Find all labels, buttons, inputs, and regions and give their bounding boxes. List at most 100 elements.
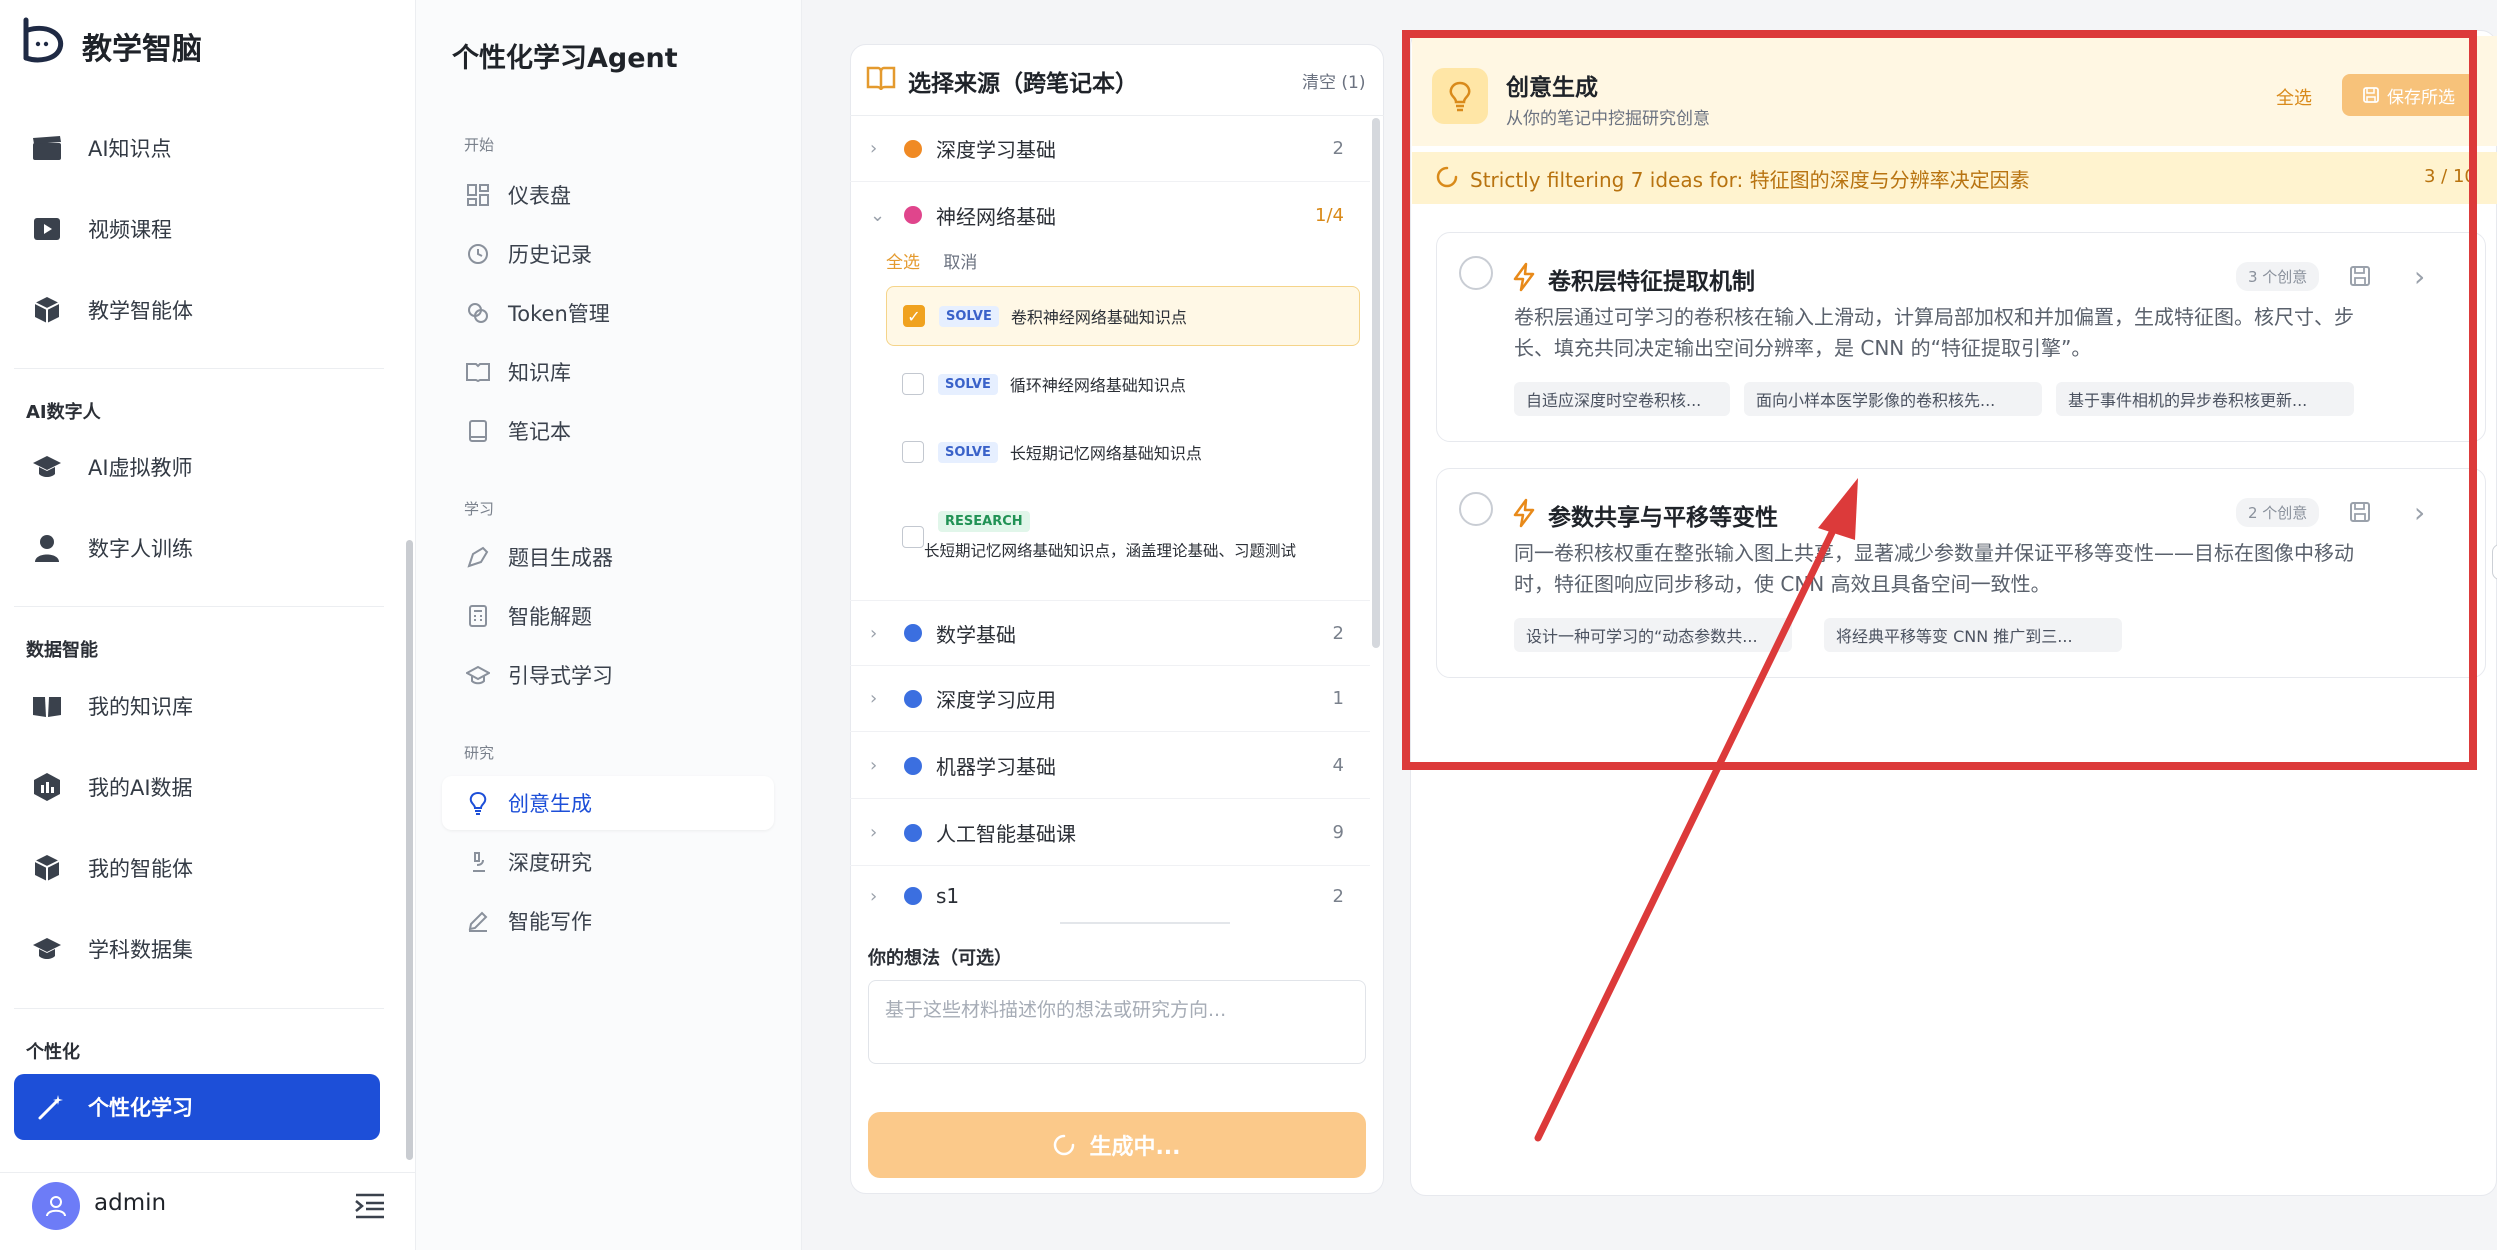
save-icon[interactable] [2348, 264, 2372, 288]
notebook-row[interactable]: › 数学基础 2 [850, 600, 1370, 666]
sidebar-item-digital-human-training[interactable]: 数字人训练 [30, 518, 193, 578]
sidebar-divider [14, 606, 384, 607]
sidebar-item-label: AI知识点 [88, 137, 172, 161]
checkbox[interactable] [902, 373, 924, 395]
panel-resize-handle[interactable] [2492, 544, 2497, 580]
sidebar-item-label: AI虚拟教师 [88, 456, 193, 480]
subnav-label: 引导式学习 [508, 664, 613, 688]
sidebar-scrollbar[interactable] [406, 540, 413, 1160]
sidebar-item-my-ai-data[interactable]: 我的AI数据 [30, 757, 193, 817]
chevron-right-icon[interactable]: › [870, 755, 890, 776]
sidebar-item-my-agents[interactable]: 我的智能体 [30, 838, 193, 898]
sidebar-section-digital: AI数字人 [26, 402, 101, 423]
notebook-color-dot [904, 624, 922, 642]
idea-chip[interactable]: 自适应深度时空卷积核... [1514, 382, 1730, 416]
subnav-item-deep-research[interactable]: 深度研究 [442, 835, 774, 889]
person-icon [30, 531, 64, 565]
notebook-row[interactable]: › s1 2 [850, 867, 1370, 925]
select-all-button[interactable]: 全选 [2276, 84, 2312, 110]
idea-chip[interactable]: 将经典平移等变 CNN 推广到三... [1824, 618, 2122, 652]
coins-icon [466, 301, 490, 325]
sidebar-item-label: 学科数据集 [88, 938, 193, 962]
subnav-label: 仪表盘 [508, 184, 571, 208]
horizontal-scrollbar[interactable] [1060, 922, 1230, 924]
chevron-right-icon[interactable]: › [2414, 260, 2425, 293]
collapse-menu-icon[interactable] [354, 1192, 386, 1220]
idea-chip[interactable]: 设计一种可学习的“动态参数共... [1514, 618, 1792, 652]
notebook-row[interactable]: › 机器学习基础 4 [850, 733, 1370, 799]
checkbox-checked[interactable]: ✓ [903, 305, 925, 327]
chevron-right-icon[interactable]: › [2414, 496, 2425, 529]
sidebar-item-label: 我的AI数据 [88, 776, 193, 800]
chevron-right-icon[interactable]: › [870, 822, 890, 843]
checkbox[interactable] [902, 526, 924, 548]
notebook-row-expanded[interactable]: ⌄ 神经网络基础 1/4 [850, 182, 1370, 248]
sidebar-item-video-courses[interactable]: 视频课程 [30, 199, 172, 259]
clear-button[interactable]: 清空 (1) [1302, 68, 1365, 93]
subnav-label: 历史记录 [508, 243, 592, 267]
sidebar-divider [14, 1008, 384, 1009]
sidebar-item-label: 我的知识库 [88, 695, 193, 719]
sidebar-item-my-knowledge[interactable]: 我的知识库 [30, 676, 193, 736]
select-radio[interactable] [1459, 256, 1493, 290]
select-radio[interactable] [1459, 492, 1493, 526]
sources-scrollbar[interactable] [1372, 118, 1380, 648]
chevron-right-icon[interactable]: › [870, 138, 890, 159]
video-play-icon [30, 212, 64, 246]
record-tag: SOLVE [939, 305, 999, 327]
sidebar-item-ai-teacher[interactable]: AI虚拟教师 [30, 437, 193, 497]
status-text: Strictly filtering 7 ideas for: 特征图的深度与分… [1470, 168, 2030, 192]
subnav-item-smart-solve[interactable]: 智能解题 [442, 589, 774, 643]
subnav-item-dashboard[interactable]: 仪表盘 [442, 168, 774, 222]
subnav-item-notebook[interactable]: 笔记本 [442, 404, 774, 458]
avatar[interactable] [32, 1182, 80, 1230]
clapperboard-icon [30, 131, 64, 165]
subnav-item-history[interactable]: 历史记录 [442, 227, 774, 281]
sidebar-item-label: 视频课程 [88, 218, 172, 242]
checkbox[interactable] [902, 441, 924, 463]
sidebar-item-teaching-agent[interactable]: 教学智能体 [30, 280, 193, 340]
subnav-item-idea-generation[interactable]: 创意生成 [442, 776, 774, 830]
generate-button[interactable]: 生成中... [868, 1112, 1366, 1178]
save-icon[interactable] [2348, 500, 2372, 524]
thought-input[interactable]: 基于这些材料描述你的想法或研究方向... [868, 980, 1366, 1064]
select-all-link[interactable]: 全选 [886, 253, 920, 273]
subnav-item-guided-learning[interactable]: 引导式学习 [442, 648, 774, 702]
source-record[interactable]: RESEARCH 长短期记忆网络基础知识点，涵盖理论基础、习题测试 [886, 494, 1360, 582]
chevron-right-icon[interactable]: › [870, 886, 890, 907]
loading-icon [1436, 166, 1458, 188]
idea-chip[interactable]: 面向小样本医学影像的卷积核先... [1744, 382, 2042, 416]
chevron-right-icon[interactable]: › [870, 623, 890, 644]
record-select-links: 全选 取消 [886, 248, 977, 273]
chevron-down-icon[interactable]: ⌄ [870, 205, 890, 226]
idea-chip[interactable]: 基于事件相机的异步卷积核更新... [2056, 382, 2354, 416]
save-selected-button[interactable]: 保存所选 [2342, 74, 2476, 116]
idea-card-description: 同一卷积核权重在整张输入图上共享，显著减少参数量并保证平移等变性——目标在图像中… [1514, 538, 2394, 600]
source-record[interactable]: SOLVE 长短期记忆网络基础知识点 [886, 422, 1360, 482]
chevron-right-icon[interactable]: › [870, 688, 890, 709]
idea-count-badge: 2 个创意 [2236, 498, 2320, 527]
sidebar-item-personalized-learning[interactable]: 个性化学习 [14, 1074, 380, 1140]
sidebar-item-ai-knowledge[interactable]: AI知识点 [30, 118, 172, 178]
notebook-row[interactable]: › 深度学习应用 1 [850, 666, 1370, 732]
subnav-label: 笔记本 [508, 420, 571, 444]
subnav-item-smart-writing[interactable]: 智能写作 [442, 894, 774, 948]
thought-label: 你的想法（可选） [868, 948, 1012, 969]
subnav-item-question-generator[interactable]: 题目生成器 [442, 530, 774, 584]
lightning-icon [1513, 262, 1535, 292]
subnav-item-knowledge-base[interactable]: 知识库 [442, 345, 774, 399]
notebook-row[interactable]: › 深度学习基础 2 [850, 116, 1370, 182]
open-book-icon [30, 689, 64, 723]
source-record[interactable]: ✓ SOLVE 卷积神经网络基础知识点 [886, 286, 1360, 346]
pencil-icon [466, 909, 490, 933]
sidebar-item-subject-datasets[interactable]: 学科数据集 [30, 919, 193, 979]
cancel-link[interactable]: 取消 [943, 253, 977, 273]
notebook-row[interactable]: › 人工智能基础课 9 [850, 800, 1370, 866]
record-tag-wrap: RESEARCH [938, 510, 1296, 532]
calculator-icon [466, 604, 490, 628]
dashboard-icon [466, 183, 490, 207]
source-record[interactable]: SOLVE 循环神经网络基础知识点 [886, 354, 1360, 414]
spinner-icon [1053, 1134, 1075, 1156]
subnav-item-token[interactable]: Token管理 [442, 286, 774, 340]
ideas-subtitle: 从你的笔记中挖掘研究创意 [1506, 109, 1710, 129]
